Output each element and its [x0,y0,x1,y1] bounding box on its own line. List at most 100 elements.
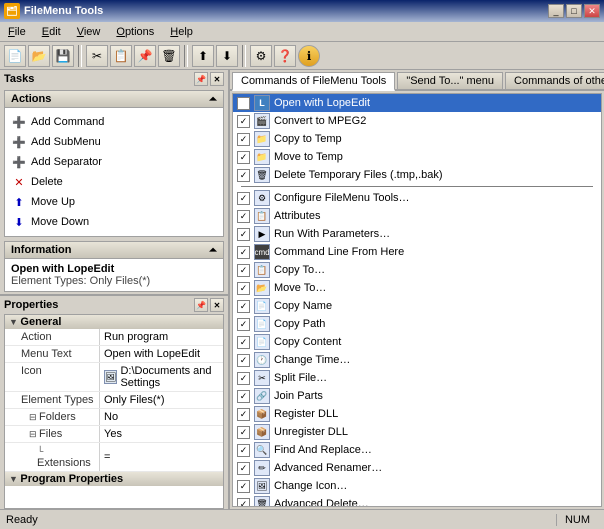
status-bar: Ready NUM [0,509,604,529]
cmd-item-findreplace[interactable]: ✓ 🔍 Find And Replace… [233,441,601,459]
cmd-item-copyname[interactable]: ✓ 📄 Copy Name [233,297,601,315]
cmd-item-changetime[interactable]: ✓ 🕐 Change Time… [233,351,601,369]
toolbar-cut[interactable]: ✂ [86,45,108,67]
cmd-item-moveto[interactable]: ✓ 📂 Move To… [233,279,601,297]
cmd-label-4: Delete Temporary Files (.tmp,.bak) [274,169,443,181]
toolbar-settings[interactable]: ⚙ [250,45,272,67]
cmd-checkbox-6[interactable]: ✓ [237,210,250,223]
tasks-pin-button[interactable]: 📌 [194,72,208,86]
close-button[interactable]: ✕ [584,4,600,18]
move-up-icon: ⬆ [11,194,27,210]
cmd-checkbox-19[interactable]: ✓ [237,444,250,457]
action-move-down[interactable]: ⬇ Move Down [9,212,219,232]
cmd-checkbox-11[interactable]: ✓ [237,300,250,313]
cmd-item-splitfile[interactable]: ✓ ✂ Split File… [233,369,601,387]
app-icon: 🗂 [4,3,20,19]
cmd-item-configure[interactable]: ✓ ⚙ Configure FileMenu Tools… [233,189,601,207]
action-move-up[interactable]: ⬆ Move Up [9,192,219,212]
cmd-checkbox-5[interactable]: ✓ [237,192,250,205]
cmd-item-delete-temp[interactable]: ✓ 🗑 Delete Temporary Files (.tmp,.bak) [233,166,601,184]
cmd-checkbox-14[interactable]: ✓ [237,354,250,367]
menu-help[interactable]: Help [166,25,197,39]
cmd-item-attributes[interactable]: ✓ 📋 Attributes [233,207,601,225]
cmd-label-19: Find And Replace… [274,444,372,456]
tab-other-apps[interactable]: Commands of other applications [505,72,604,89]
minimize-button[interactable]: _ [548,4,564,18]
cmd-icon-14: 🕐 [254,352,270,368]
toolbar-copy[interactable]: 📋 [110,45,132,67]
cmd-checkbox-4[interactable]: ✓ [237,169,250,182]
cmd-checkbox-22[interactable]: ✓ [237,498,250,508]
cmd-checkbox-2[interactable]: ✓ [237,133,250,146]
maximize-button[interactable]: □ [566,4,582,18]
cmd-item-advancedrenamer[interactable]: ✓ ✏ Advanced Renamer… [233,459,601,477]
cmd-item-copyto[interactable]: ✓ 📋 Copy To… [233,261,601,279]
cmd-checkbox-18[interactable]: ✓ [237,426,250,439]
cmd-checkbox-3[interactable]: ✓ [237,151,250,164]
action-add-submenu[interactable]: ➕ Add SubMenu [9,132,219,152]
cmd-checkbox-1[interactable]: ✓ [237,115,250,128]
properties-header-controls: 📌 ✕ [194,298,224,312]
properties-close-button[interactable]: ✕ [210,298,224,312]
cmd-label-5: Configure FileMenu Tools… [274,192,410,204]
cmd-item-cmdline[interactable]: ✓ cmd Command Line From Here [233,243,601,261]
cmd-checkbox-0[interactable]: ✓ [237,97,250,110]
toolbar-down[interactable]: ⬇ [216,45,238,67]
title-bar-controls[interactable]: _ □ ✕ [548,4,600,18]
information-chevron[interactable]: ⏶ [209,245,217,256]
menu-edit[interactable]: Edit [38,25,65,39]
title-bar-left: 🗂 FileMenu Tools [4,3,103,19]
cmd-checkbox-12[interactable]: ✓ [237,318,250,331]
cmd-item-run-params[interactable]: ✓ ▶ Run With Parameters… [233,225,601,243]
properties-pin-button[interactable]: 📌 [194,298,208,312]
cmd-checkbox-17[interactable]: ✓ [237,408,250,421]
cmd-item-copy-temp[interactable]: ✓ 📁 Copy to Temp [233,130,601,148]
menu-options[interactable]: Options [112,25,158,39]
toolbar-up[interactable]: ⬆ [192,45,214,67]
action-add-command[interactable]: ➕ Add Command [9,112,219,132]
menu-file[interactable]: File [4,25,30,39]
cmd-checkbox-21[interactable]: ✓ [237,480,250,493]
action-add-separator[interactable]: ➕ Add Separator [9,152,219,172]
cmd-checkbox-15[interactable]: ✓ [237,372,250,385]
cmd-item-registerdll[interactable]: ✓ 📦 Register DLL [233,405,601,423]
cmd-item-copycontent[interactable]: ✓ 📄 Copy Content [233,333,601,351]
toolbar-open[interactable]: 📂 [28,45,50,67]
toolbar-new[interactable]: 📄 [4,45,26,67]
cmd-item-joinparts[interactable]: ✓ 🔗 Join Parts [233,387,601,405]
program-props-expand-icon[interactable]: ▼ [9,474,20,484]
cmd-item-move-temp[interactable]: ✓ 📁 Move to Temp [233,148,601,166]
add-submenu-icon: ➕ [11,134,27,150]
tasks-close-button[interactable]: ✕ [210,72,224,86]
tab-sendto[interactable]: "Send To..." menu [397,72,503,89]
cmd-checkbox-9[interactable]: ✓ [237,264,250,277]
action-delete[interactable]: ✕ Delete [9,172,219,192]
commands-list[interactable]: ✓ L Open with LopeEdit ✓ 🎬 Convert to MP… [232,93,602,507]
cmd-item-copypath[interactable]: ✓ 📄 Copy Path [233,315,601,333]
toolbar-help[interactable]: ❓ [274,45,296,67]
cmd-checkbox-13[interactable]: ✓ [237,336,250,349]
cmd-item-advanceddelete[interactable]: ✓ 🗑 Advanced Delete… [233,495,601,507]
cmd-label-2: Copy to Temp [274,133,342,145]
cmd-checkbox-7[interactable]: ✓ [237,228,250,241]
actions-chevron[interactable]: ⏶ [209,94,217,105]
cmd-checkbox-16[interactable]: ✓ [237,390,250,403]
cmd-item-unregisterdll[interactable]: ✓ 📦 Unregister DLL [233,423,601,441]
toolbar-save[interactable]: 💾 [52,45,74,67]
cmd-item-open-with-lopeedit[interactable]: ✓ L Open with LopeEdit [233,94,601,112]
toolbar-delete[interactable]: 🗑 [158,45,180,67]
cmd-icon-10: 📂 [254,280,270,296]
tabs-bar: Commands of FileMenu Tools "Send To..." … [230,70,604,91]
menu-view[interactable]: View [73,25,105,39]
cmd-checkbox-10[interactable]: ✓ [237,282,250,295]
cmd-item-changeicon[interactable]: ✓ 🖼 Change Icon… [233,477,601,495]
cmd-checkbox-8[interactable]: ✓ [237,246,250,259]
cmd-icon-17: 📦 [254,406,270,422]
cmd-checkbox-20[interactable]: ✓ [237,462,250,475]
cmd-item-convert-mpeg2[interactable]: ✓ 🎬 Convert to MPEG2 [233,112,601,130]
toolbar-paste[interactable]: 📌 [134,45,156,67]
toolbar-about[interactable]: ℹ [298,45,320,67]
general-expand-icon[interactable]: ▼ [9,317,20,327]
tab-commands[interactable]: Commands of FileMenu Tools [232,72,395,91]
prop-action: Action Run program [5,329,223,346]
